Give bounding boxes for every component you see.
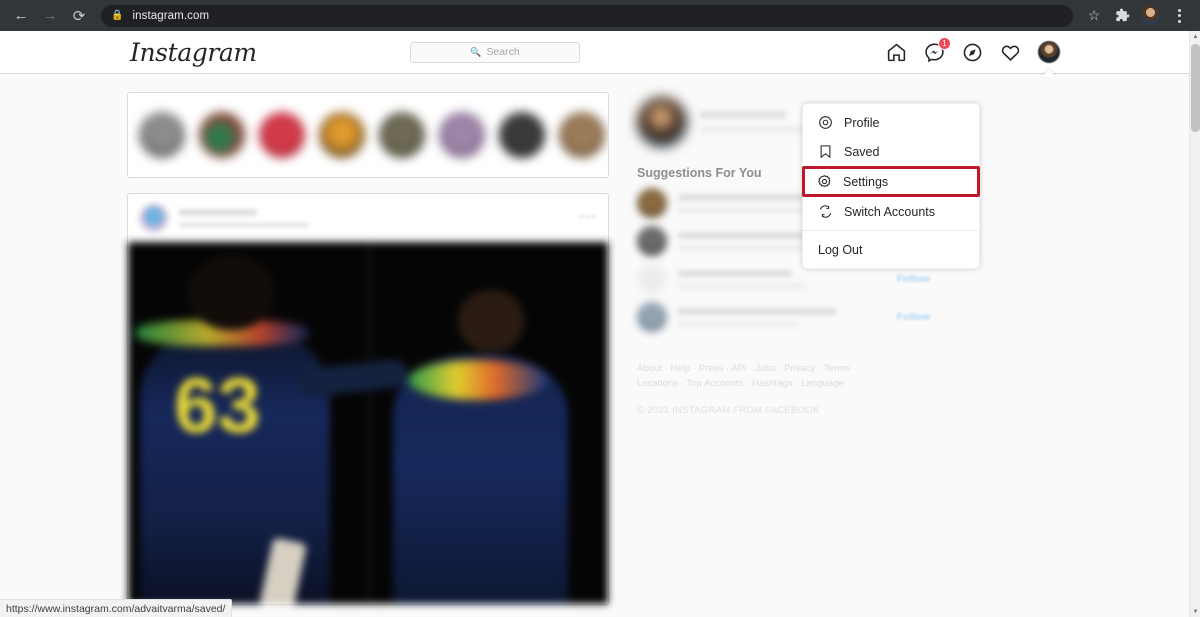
story-item[interactable] [319, 112, 365, 158]
current-user-avatar[interactable] [637, 97, 687, 147]
post-image[interactable]: 63 [128, 242, 608, 604]
status-bar: https://www.instagram.com/advaitvarma/sa… [0, 599, 233, 617]
page-content: 63 Suggestions For You Follow Follow Abo… [0, 74, 1189, 617]
profile-avatar[interactable] [1037, 40, 1061, 77]
story-item[interactable] [379, 112, 425, 158]
footer: About · Help · Press · API · Jobs · Priv… [637, 362, 930, 416]
menu-divider [803, 230, 979, 231]
messenger-icon[interactable]: 1 [923, 37, 951, 63]
menu-item-label: Saved [844, 144, 880, 159]
follow-button[interactable]: Follow [897, 273, 930, 285]
current-user-names[interactable] [700, 111, 810, 133]
menu-item-switch-accounts[interactable]: Switch Accounts [803, 197, 979, 226]
status-bar-url: https://www.instagram.com/advaitvarma/sa… [6, 602, 226, 615]
story-item[interactable] [499, 112, 545, 158]
lock-icon: 🔒 [111, 10, 124, 21]
suggestion-row[interactable]: Follow [637, 298, 930, 336]
search-icon: 🔍 [470, 46, 482, 57]
story-item[interactable] [259, 112, 305, 158]
scrollbar-thumb[interactable] [1191, 44, 1200, 132]
story-item[interactable] [139, 112, 185, 158]
compass-icon[interactable] [961, 41, 983, 63]
bookmark-icon [818, 144, 833, 159]
stories-tray[interactable] [127, 92, 609, 178]
more-options-icon[interactable] [580, 215, 596, 221]
menu-item-label: Settings [843, 174, 889, 189]
scroll-up-arrow[interactable]: ▲ [1190, 31, 1200, 42]
instagram-page: Instagram 🔍 Search 1 63 Suggestions For … [0, 31, 1189, 617]
search-placeholder: Search [486, 46, 520, 58]
story-item[interactable] [439, 112, 485, 158]
browser-toolbar-actions: ☆ [1081, 3, 1192, 29]
reload-button[interactable]: ⟳ [66, 3, 92, 29]
menu-item-log-out[interactable]: Log Out [803, 235, 979, 264]
instagram-header: Instagram 🔍 Search 1 [0, 31, 1189, 77]
heart-icon[interactable] [999, 41, 1021, 63]
suggestion-avatar[interactable] [637, 264, 667, 294]
back-button[interactable]: ← [8, 3, 34, 29]
menu-item-label: Profile [844, 115, 880, 130]
address-bar[interactable]: 🔒 instagram.com [101, 4, 1073, 27]
scroll-down-arrow[interactable]: ▼ [1190, 606, 1200, 617]
page-scrollbar[interactable]: ▲ ▼ [1189, 31, 1200, 617]
story-item[interactable] [199, 112, 245, 158]
header-nav: 1 [885, 37, 1061, 77]
suggestion-avatar[interactable] [637, 226, 667, 256]
instagram-logo[interactable]: Instagram [130, 38, 257, 67]
user-circle-icon [818, 115, 833, 130]
menu-item-profile[interactable]: Profile [803, 108, 979, 137]
browser-profile-avatar[interactable] [1141, 6, 1160, 25]
bookmark-star-icon[interactable]: ☆ [1081, 3, 1107, 29]
search-input[interactable]: 🔍 Search [410, 41, 580, 63]
gear-icon [817, 174, 832, 189]
follow-button[interactable]: Follow [897, 311, 930, 323]
footer-links[interactable]: About · Help · Press · API · Jobs · Priv… [637, 362, 887, 391]
jersey-number: 63 [174, 361, 261, 449]
feed-post: 63 [127, 193, 609, 605]
profile-dropdown-menu: Profile Saved Settings Switch Accounts L… [802, 103, 980, 269]
footer-copyright: © 2021 INSTAGRAM FROM FACEBOOK [637, 405, 820, 416]
menu-item-settings[interactable]: Settings [802, 166, 980, 197]
suggestions-title: Suggestions For You [637, 166, 762, 180]
menu-item-saved[interactable]: Saved [803, 137, 979, 166]
story-item[interactable] [559, 112, 605, 158]
suggestion-avatar[interactable] [637, 188, 667, 218]
menu-item-label: Switch Accounts [844, 204, 936, 219]
post-author-avatar[interactable] [140, 204, 168, 232]
suggestion-avatar[interactable] [637, 302, 667, 332]
browser-toolbar: ← → ⟳ 🔒 instagram.com ☆ [0, 0, 1200, 31]
post-header [128, 194, 608, 242]
home-icon[interactable] [885, 41, 907, 63]
switch-icon [818, 204, 833, 219]
post-author-info[interactable] [179, 208, 309, 228]
feed-column: 63 [127, 92, 609, 605]
forward-button[interactable]: → [37, 3, 63, 29]
address-bar-url: instagram.com [132, 9, 210, 22]
menu-item-label: Log Out [818, 242, 863, 257]
kebab-menu-icon[interactable] [1166, 3, 1192, 29]
extensions-puzzle-icon[interactable] [1109, 3, 1135, 29]
messenger-badge: 1 [938, 37, 951, 50]
